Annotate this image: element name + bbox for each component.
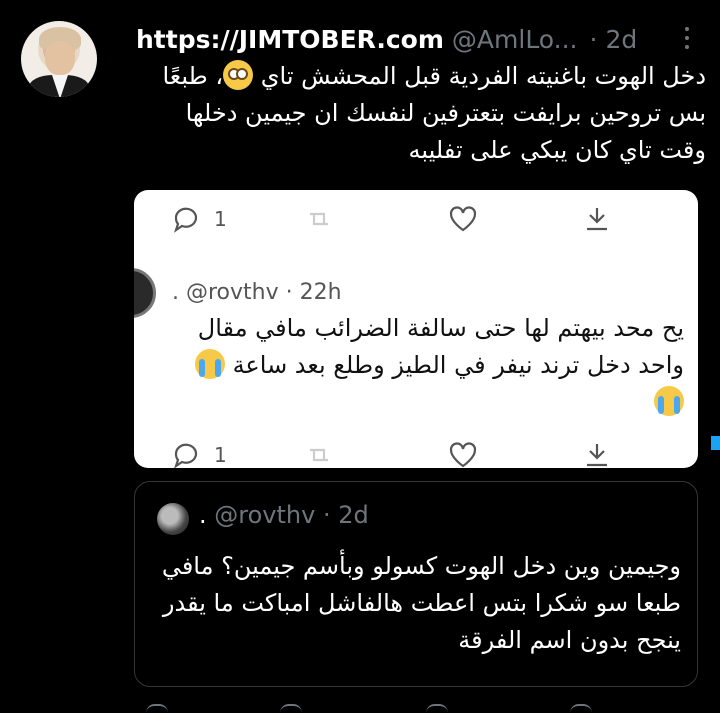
screenshot-reply-icon: 1 [172,440,227,468]
separator-dot: · [589,24,598,54]
more-options-icon[interactable] [680,24,694,52]
screenshot-retweet-icon [304,204,334,234]
screenshot-like-icon [448,204,478,234]
crying-emoji-icon [194,349,225,379]
screenshot-share-icon [582,204,612,234]
screenshot-share-icon [582,440,612,468]
screenshot-top-action-bar: 1 [134,202,698,242]
quoted-author-avatar [157,503,189,535]
author-avatar[interactable] [21,21,97,97]
screenshot-avatar [134,268,156,318]
like-icon[interactable] [426,704,448,713]
screenshot-bottom-action-bar: 1 [134,438,698,468]
attached-screenshot-image[interactable]: 1 . @rovthv · 22h يح محد بيهتم لها حتى س… [134,190,698,468]
screenshot-reply-count: 1 [214,443,227,467]
share-icon[interactable] [570,704,592,713]
screenshot-retweet-icon [304,440,334,468]
tweet-header: https://JIMTOBER.com @AmlLo... · 2d [136,22,637,56]
avatar-face [45,41,75,75]
quoted-tweet-card[interactable]: . @rovthv · 2d وجيمين وين دخل الهوت كسول… [134,481,698,687]
tweet-text-line1: دخل الهوت باغنيته الفردية قبل المحشش تاي [260,62,706,90]
screenshot-reply-icon: 1 [172,204,227,234]
screenshot-text-body: يح محد بيهتم لها حتى سالفة الضرائب مافي … [197,314,684,379]
retweet-icon[interactable] [280,704,302,713]
quoted-user-handle: @rovthv [214,501,316,529]
tweet-action-bar [134,700,694,713]
display-name[interactable]: https://JIMTOBER.com [136,25,444,54]
crying-emoji-icon [654,386,684,416]
reply-icon[interactable] [146,704,168,713]
tweet-text-comma: ، [215,62,224,90]
screenshot-like-icon [448,440,478,468]
screenshot-text: يح محد بيهتم لها حتى سالفة الضرائب مافي … [154,310,684,421]
user-handle[interactable]: @AmlLo... [452,25,578,54]
tweet-timestamp[interactable]: 2d [605,25,637,54]
tweet-text: دخل الهوت باغنيته الفردية قبل المحشش تاي… [136,58,706,169]
quoted-timestamp: 2d [338,501,369,529]
scroll-indicator [711,436,720,450]
quoted-separator-dot: · [322,501,331,529]
quoted-tweet-header: . @rovthv · 2d [199,501,369,529]
quoted-handle-prefix: . [199,501,207,529]
screenshot-reply-count: 1 [214,207,227,231]
screenshot-handle: . @rovthv · 22h [172,280,342,305]
quoted-tweet-text: وجيمين وين دخل الهوت كسولو وبأسم جيمين؟ … [161,552,681,654]
rolling-eyes-emoji-icon [223,60,254,90]
